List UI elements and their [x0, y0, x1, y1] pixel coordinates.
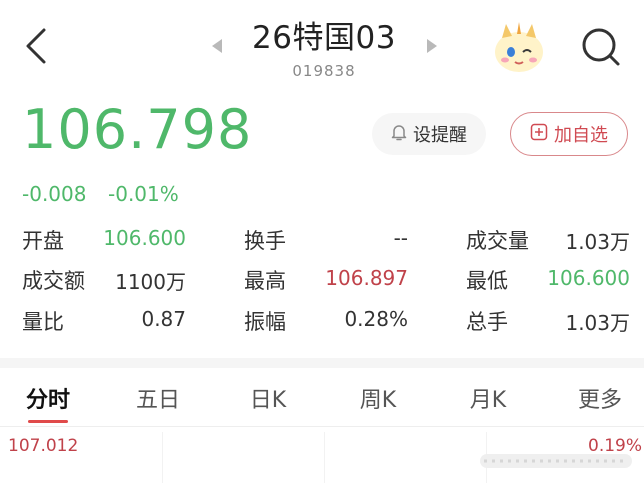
chart-gridline [324, 432, 325, 483]
stat-value-volume-ratio: 0.87 [141, 307, 186, 331]
price-change: -0.008 [22, 182, 87, 206]
back-icon[interactable] [22, 26, 52, 66]
stat-label-total-hands: 总手 [466, 310, 508, 334]
loading-placeholder [480, 454, 632, 468]
current-price: 106.798 [22, 98, 253, 161]
stat-label-low: 最低 [466, 269, 508, 293]
price-change-percent: -0.01% [108, 182, 179, 206]
tab-separator [0, 426, 644, 427]
stat-value-amount: 1100万 [115, 270, 186, 294]
stat-value-low: 106.600 [547, 266, 630, 290]
stock-code: 019838 [292, 62, 356, 80]
stat-label-volume-ratio: 量比 [22, 310, 64, 334]
set-alert-button[interactable]: 设提醒 [372, 113, 486, 155]
stat-label-turnover: 换手 [244, 229, 286, 253]
plus-square-icon [530, 123, 548, 146]
stat-label-high: 最高 [244, 269, 286, 293]
prev-stock-icon[interactable] [210, 38, 224, 54]
stat-label-volume: 成交量 [466, 229, 529, 253]
stat-value-amplitude: 0.28% [344, 307, 408, 331]
tab-monthly-k[interactable]: 月K [458, 382, 518, 414]
stat-value-high: 106.897 [325, 266, 408, 290]
search-icon[interactable] [578, 24, 624, 70]
chart-max-price: 107.012 [8, 436, 79, 456]
stat-value-volume: 1.03万 [565, 230, 630, 254]
section-divider [0, 358, 644, 368]
tab-intraday[interactable]: 分时 [18, 382, 78, 414]
mascot-icon[interactable] [490, 22, 548, 74]
active-tab-indicator [28, 420, 68, 423]
tab-weekly-k[interactable]: 周K [348, 382, 408, 414]
next-stock-icon[interactable] [425, 38, 439, 54]
add-favorite-button[interactable]: 加自选 [510, 112, 628, 156]
stock-title: 26特国03 [252, 20, 396, 56]
bell-icon [391, 123, 407, 146]
add-favorite-label: 加自选 [554, 125, 608, 146]
chart-gridline [162, 432, 163, 483]
chart-max-percent: 0.19% [588, 436, 643, 456]
tab-daily-k[interactable]: 日K [238, 382, 298, 414]
stat-label-amplitude: 振幅 [244, 310, 286, 334]
set-alert-label: 设提醒 [413, 125, 467, 146]
stat-label-amount: 成交额 [22, 269, 85, 293]
stat-value-turnover: -- [393, 226, 408, 250]
tab-five-day[interactable]: 五日 [128, 382, 188, 414]
stat-value-total-hands: 1.03万 [565, 311, 630, 335]
tab-more[interactable]: 更多 [570, 382, 630, 414]
stat-label-open: 开盘 [22, 229, 64, 253]
stat-value-open: 106.600 [103, 226, 186, 250]
